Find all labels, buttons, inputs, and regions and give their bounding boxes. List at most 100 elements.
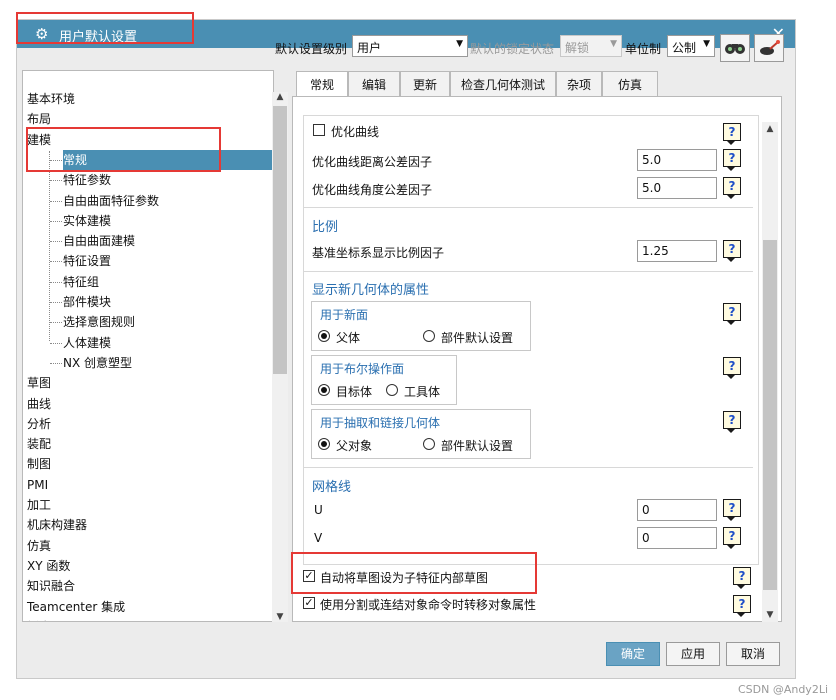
angle-tol-label: 优化曲线角度公差因子 <box>312 183 433 197</box>
tree-guide-line <box>50 322 62 324</box>
auto-sketch-label: 自动将草图设为子特征内部草图 <box>320 571 489 585</box>
tree-scrollbar[interactable]: ▲ ▼ <box>272 92 288 622</box>
tree-guide-line <box>50 159 62 161</box>
scroll-down-icon[interactable]: ▼ <box>272 612 288 622</box>
section-divider <box>303 271 753 272</box>
help-icon[interactable]: ? <box>723 149 741 171</box>
tree-item[interactable]: XY 函数 <box>27 556 70 576</box>
cancel-button[interactable]: 取消 <box>726 642 780 666</box>
gear-icon: ⚙ <box>35 25 49 43</box>
tree-item[interactable]: PMI <box>27 475 48 495</box>
boolean-tool-label: 工具体 <box>404 385 441 399</box>
panel-scrollbar[interactable]: ▲ ▼ <box>762 122 778 622</box>
tree-item[interactable]: 制图 <box>27 454 51 474</box>
dist-tol-input[interactable]: 5.0 <box>637 149 717 171</box>
transfer-attr-checkbox[interactable]: ✓ <box>303 597 315 609</box>
tree-item[interactable]: 人体建模 <box>63 333 115 353</box>
tree-guide-line <box>50 220 62 222</box>
angle-tol-input[interactable]: 5.0 <box>637 177 717 199</box>
scroll-up-icon[interactable]: ▲ <box>272 92 288 102</box>
csys-scale-label: 基准坐标系显示比例因子 <box>312 246 445 260</box>
tree-item[interactable]: 部件模块 <box>63 292 115 312</box>
boolean-tool-radio[interactable] <box>386 384 398 396</box>
tree-item[interactable]: 基本环境 <box>27 89 75 109</box>
extract-parent-radio[interactable] <box>318 438 330 450</box>
tab-check-geometry[interactable]: 检查几何体测试 <box>450 71 556 97</box>
tree-item[interactable]: 实体建模 <box>63 211 115 231</box>
binoculars-icon <box>725 44 745 54</box>
help-icon[interactable]: ? <box>723 177 741 199</box>
grid-v-input[interactable]: 0 <box>637 527 717 549</box>
apply-button[interactable]: 应用 <box>666 642 720 666</box>
tree-item[interactable]: 钣金 <box>27 617 51 621</box>
tree-item[interactable]: 知识融合 <box>27 576 75 596</box>
tree-guide-line <box>50 342 62 344</box>
extract-default-label: 部件默认设置 <box>441 439 514 453</box>
level-value: 用户 <box>357 41 382 55</box>
help-icon[interactable]: ? <box>733 567 751 589</box>
tree-guide-line <box>50 302 62 303</box>
tree-item[interactable]: 分析 <box>27 414 51 434</box>
tree-item[interactable]: 特征参数 <box>63 170 115 190</box>
section-divider <box>303 207 753 208</box>
help-icon[interactable]: ? <box>733 595 751 617</box>
tab-simulation[interactable]: 仿真 <box>602 71 658 97</box>
level-select[interactable]: 用户 ▼ <box>352 35 468 57</box>
tree-item[interactable]: Teamcenter 集成 <box>27 597 125 617</box>
tree-item[interactable]: 布局 <box>27 109 51 129</box>
unit-select[interactable]: 公制 ▼ <box>667 35 715 57</box>
grid-u-input[interactable]: 0 <box>637 499 717 521</box>
tree-item[interactable]: 草图 <box>27 373 51 393</box>
tree-item[interactable]: 自由曲面建模 <box>63 231 139 251</box>
wand-icon <box>760 40 780 55</box>
tab-general[interactable]: 常规 <box>296 71 348 98</box>
help-icon[interactable]: ? <box>723 411 741 433</box>
tree-guide-line <box>50 180 62 182</box>
tab-misc[interactable]: 杂项 <box>556 71 602 97</box>
ok-button[interactable]: 确定 <box>606 642 660 666</box>
scroll-up-icon[interactable]: ▲ <box>762 124 778 134</box>
tree-guide-line <box>50 261 62 263</box>
csys-scale-input[interactable]: 1.25 <box>637 240 717 262</box>
chevron-down-icon: ▼ <box>610 39 617 49</box>
help-icon[interactable]: ? <box>723 123 741 145</box>
tree-item[interactable]: 加工 <box>27 495 51 515</box>
tree-scroll-thumb[interactable] <box>273 106 287 374</box>
dialog-title: 用户默认设置 <box>59 30 138 45</box>
category-tree: 基本环境 布局 建模 常规 特征参数 自由曲面特征参数 实体建模 自由曲面建模 特征设置 特征组部… <box>22 70 274 622</box>
help-icon[interactable]: ? <box>723 303 741 325</box>
binoculars-button[interactable] <box>720 34 750 62</box>
help-icon[interactable]: ? <box>723 240 741 262</box>
scroll-down-icon[interactable]: ▼ <box>762 610 778 620</box>
extract-group-title: 用于抽取和链接几何体 <box>320 416 441 430</box>
tree-item[interactable]: NX 创意塑型 <box>63 353 136 373</box>
tree-item[interactable]: 装配 <box>27 434 51 454</box>
boolean-target-radio[interactable] <box>318 384 330 396</box>
optimize-curve-checkbox[interactable] <box>313 124 325 136</box>
tab-edit[interactable]: 编辑 <box>348 71 400 97</box>
lock-select[interactable]: 解锁 ▼ <box>560 35 622 57</box>
new-face-parent-radio[interactable] <box>318 330 330 342</box>
tree-item[interactable]: 特征设置 <box>63 251 115 271</box>
tree-item[interactable]: 自由曲面特征参数 <box>63 191 163 211</box>
auto-sketch-checkbox[interactable]: ✓ <box>303 570 315 582</box>
tree-item[interactable]: 常规 <box>63 149 273 170</box>
extract-default-radio[interactable] <box>423 438 435 450</box>
tree-item[interactable]: 机床构建器 <box>27 515 87 535</box>
help-icon[interactable]: ? <box>723 357 741 379</box>
panel-scroll-thumb[interactable] <box>763 240 777 590</box>
tree-item[interactable]: 特征组 <box>63 272 103 292</box>
new-face-default-radio[interactable] <box>423 330 435 342</box>
tree-guide-line <box>50 241 62 243</box>
level-label: 默认设置级别 <box>275 42 348 56</box>
tree-item[interactable]: 曲线 <box>27 394 51 414</box>
tab-update[interactable]: 更新 <box>400 71 450 97</box>
tree-item[interactable]: 仿真 <box>27 536 51 556</box>
tree-item[interactable]: 选择意图规则 <box>63 312 139 332</box>
help-icon[interactable]: ? <box>723 499 741 521</box>
wand-button[interactable] <box>754 34 784 62</box>
optimize-curve-label: 优化曲线 <box>331 125 380 139</box>
help-icon[interactable]: ? <box>723 527 741 549</box>
display-section-title: 显示新几何体的属性 <box>312 283 430 298</box>
tree-item[interactable]: 建模 <box>27 130 51 150</box>
